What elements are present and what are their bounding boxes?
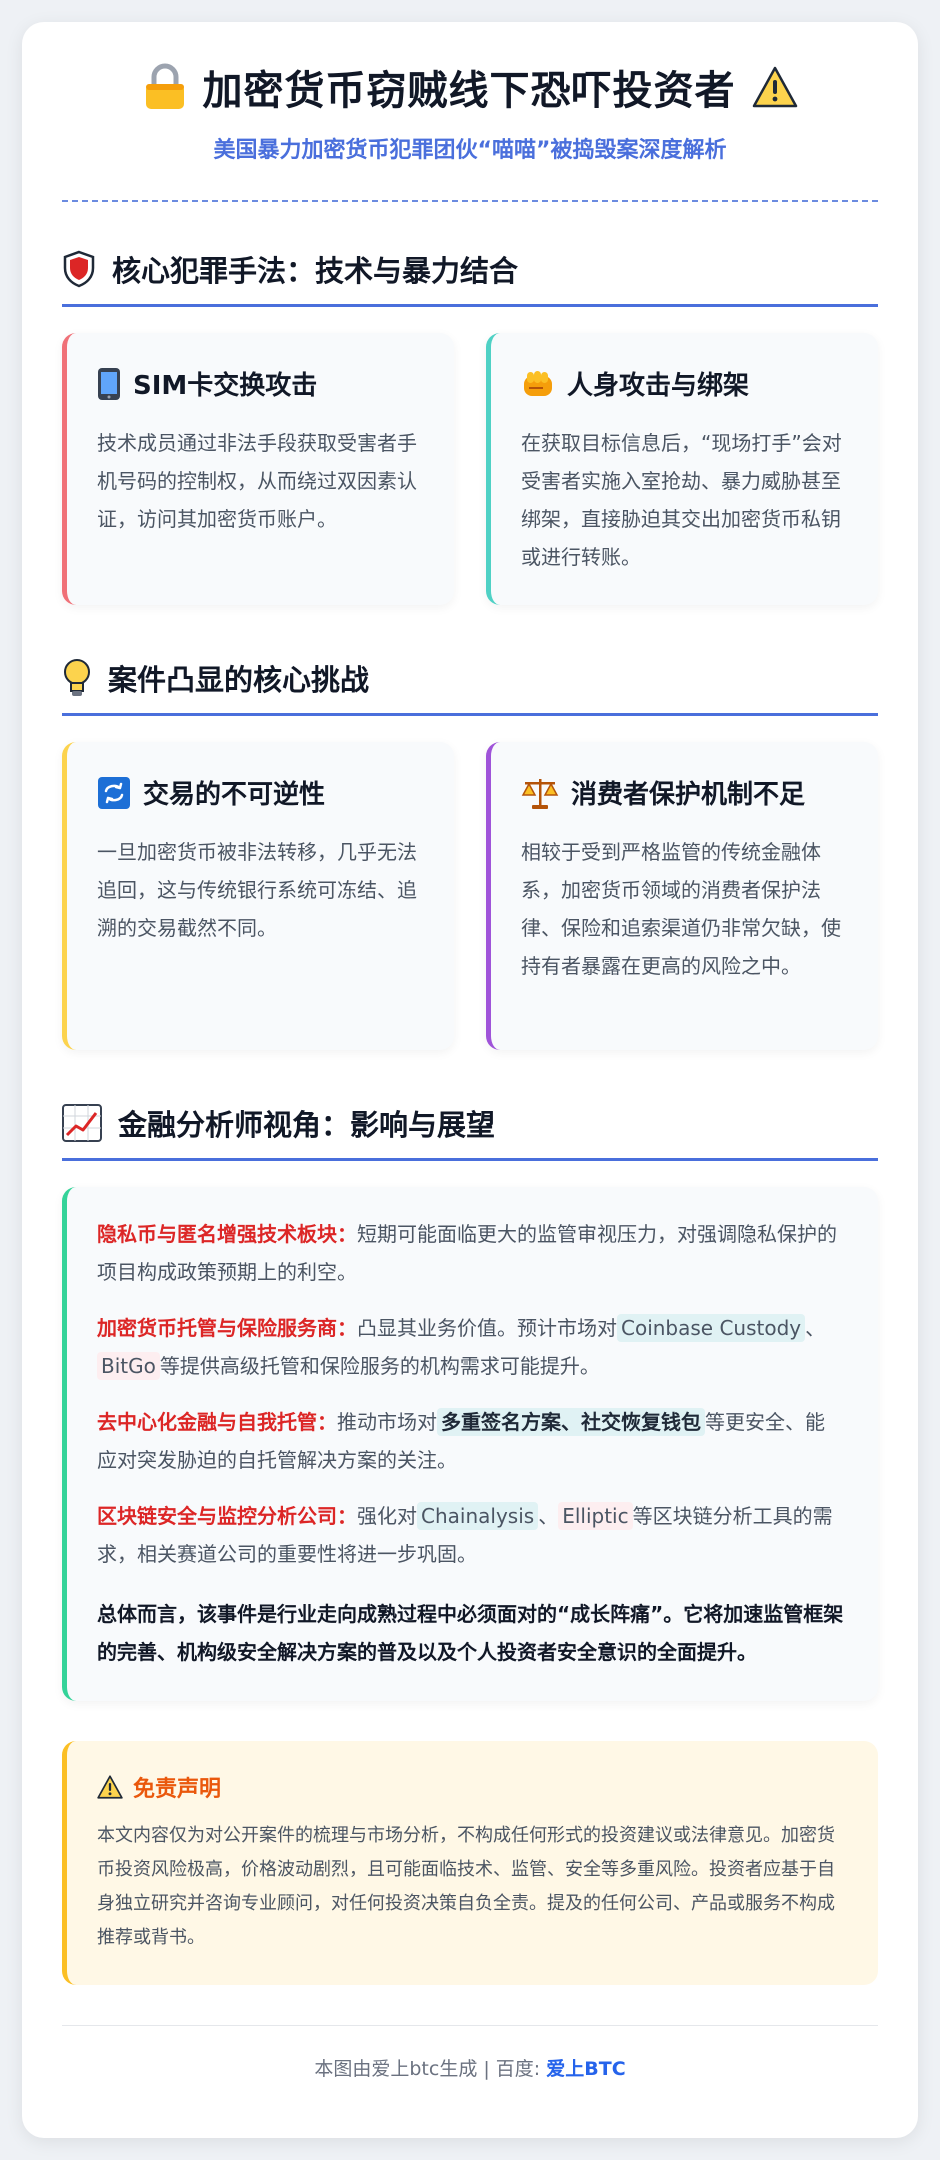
card-head: 人身攻击与绑架 [521,365,844,402]
disclaimer-title: 免责声明 [133,1777,222,1802]
analysis-point-custody: 加密货币托管与保险服务商：凸显其业务价值。预计市场对 Coinbase Custo… [97,1309,844,1385]
page-title: 加密货币窃贼线下恐吓投资者 [202,68,736,114]
card-head: 交易的不可逆性 [97,774,420,811]
card-sim-swap: SIM卡交换攻击 技术成员通过非法手段获取受害者手机号码的控制权，从而绕过双因素… [62,333,454,605]
mobile-phone-icon [97,367,121,401]
disclaimer-box: 免责声明 本文内容仅为对公开案件的梳理与市场分析，不构成任何形式的投资建议或法律… [62,1741,878,1985]
footer-brand-link[interactable]: 爱上BTC [546,2058,625,2080]
card-text: 一旦加密货币被非法转移，几乎无法追回，这与传统银行系统可冻结、追溯的交易截然不同… [97,840,417,940]
disclaimer-text: 本文内容仅为对公开案件的梳理与市场分析，不构成任何形式的投资建议或法律意见。加密… [97,1825,835,1948]
card-physical-attack: 人身攻击与绑架 在获取目标信息后，“现场打手”会对受害者实施入室抢劫、暴力威胁甚… [486,333,878,605]
point-text: 强化对 [357,1504,417,1528]
company-tag: Chainalysis [417,1502,539,1530]
analysis-point-defi: 去中心化金融与自我托管：推动市场对 多重签名方案、社交恢复钱包 等更安全、能应对突发… [97,1403,844,1479]
separator: 、 [805,1316,826,1340]
analysis-point-security: 区块链安全与监控分析公司：强化对 Chainalysis、 Elliptic 等区块链… [97,1497,844,1573]
header-divider [62,200,878,202]
analysis-summary: 总体而言，该事件是行业走向成熟过程中必须面对的“成长阵痛”。它将加速监管框架的完… [97,1602,844,1664]
card-head: SIM卡交换攻击 [97,365,420,402]
point-label: 去中心化金融与自我托管： [97,1410,337,1434]
separator: 、 [538,1504,559,1528]
section-header-methods: 核心犯罪手法：技术与暴力结合 [62,248,878,307]
section-header-challenges: 案件凸显的核心挑战 [62,657,878,716]
card-title: 交易的不可逆性 [143,780,326,810]
fist-icon [521,368,555,400]
title-row: 加密货币窃贼线下恐吓投资者 [62,58,878,116]
footer: 本图由爱上btc生成 | 百度: 爱上BTC [62,2025,878,2081]
company-tag: Coinbase Custody [617,1314,806,1342]
header: 加密货币窃贼线下恐吓投资者 美国暴力加密货币犯罪团伙“喵喵”被捣毁案深度解析 [62,22,878,164]
point-text: 等提供高级托管和保险服务的机构需求可能提升。 [159,1354,600,1378]
lightbulb-icon [62,658,92,698]
footer-credit: 本图由爱上btc生成 | 百度: [314,2058,547,2080]
section-header-analysis: 金融分析师视角：影响与展望 [62,1102,878,1161]
lock-icon [143,63,187,111]
card-irreversibility: 交易的不可逆性 一旦加密货币被非法转移，几乎无法追回，这与传统银行系统可冻结、追… [62,742,454,1050]
solution-tag: 多重签名方案、社交恢复钱包 [437,1408,705,1436]
warning-icon [752,66,798,108]
challenges-grid: 交易的不可逆性 一旦加密货币被非法转移，几乎无法追回，这与传统银行系统可冻结、追… [62,742,878,1050]
analysis-point-privacy: 隐私币与匿名增强技术板块：短期可能面临更大的监管审视压力，对强调隐私保护的项目构… [97,1215,844,1291]
shield-icon [62,250,96,288]
page-subtitle: 美国暴力加密货币犯罪团伙“喵喵”被捣毁案深度解析 [213,138,727,163]
point-label: 区块链安全与监控分析公司： [97,1504,357,1528]
section-title: 核心犯罪手法：技术与暴力结合 [112,254,519,288]
point-label: 加密货币托管与保险服务商： [97,1316,357,1340]
repeat-arrows-icon [97,776,131,810]
point-text: 推动市场对 [337,1410,437,1434]
card-text: 相较于受到严格监管的传统金融体系，加密货币领域的消费者保护法律、保险和追索渠道仍… [521,840,841,978]
section-title: 金融分析师视角：影响与展望 [118,1108,496,1142]
warning-icon [97,1775,123,1799]
company-tag: BitGo [97,1352,160,1380]
card-consumer-protection: 消费者保护机制不足 相较于受到严格监管的传统金融体系，加密货币领域的消费者保护法… [486,742,878,1050]
card-head: 消费者保护机制不足 [521,774,844,811]
card-title: 消费者保护机制不足 [571,780,806,810]
section-title: 案件凸显的核心挑战 [108,663,370,697]
card-title: 人身攻击与绑架 [567,371,750,401]
infographic-page: 加密货币窃贼线下恐吓投资者 美国暴力加密货币犯罪团伙“喵喵”被捣毁案深度解析 核… [22,22,918,2138]
chart-increasing-icon [62,1104,102,1142]
disclaimer-head: 免责声明 [97,1771,844,1803]
point-label: 隐私币与匿名增强技术板块： [97,1222,357,1246]
card-text: 技术成员通过非法手段获取受害者手机号码的控制权，从而绕过双因素认证，访问其加密货… [97,431,417,531]
analysis-card: 隐私币与匿名增强技术板块：短期可能面临更大的监管审视压力，对强调隐私保护的项目构… [62,1187,878,1701]
methods-grid: SIM卡交换攻击 技术成员通过非法手段获取受害者手机号码的控制权，从而绕过双因素… [62,333,878,605]
balance-scale-icon [521,776,559,810]
point-text: 凸显其业务价值。预计市场对 [357,1316,617,1340]
card-title: SIM卡交换攻击 [133,371,318,401]
card-text: 在获取目标信息后，“现场打手”会对受害者实施入室抢劫、暴力威胁甚至绑架，直接胁迫… [521,431,842,569]
company-tag: Elliptic [558,1502,633,1530]
